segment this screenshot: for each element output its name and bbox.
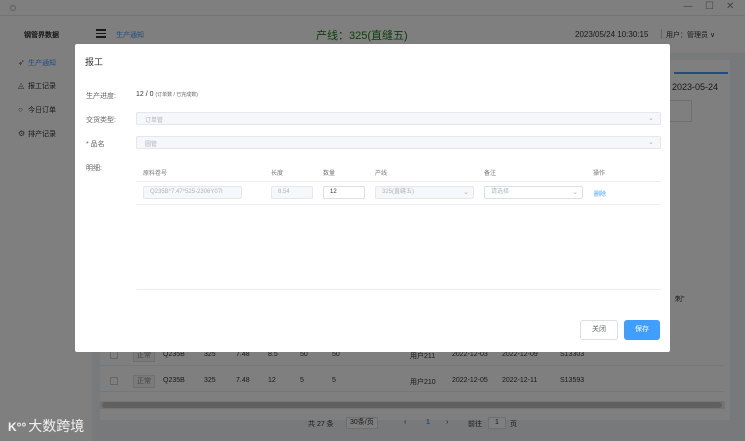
coil-number-input[interactable]: Q235B*7.47*525-2306Y07I xyxy=(143,186,242,199)
column-header: 原料卷号 xyxy=(143,171,168,177)
table-bottom-border xyxy=(136,289,661,290)
production-line-select[interactable]: 325(直缝五) ⌄ xyxy=(375,186,474,199)
table-divider xyxy=(136,181,661,182)
progress-numbers: 12 / 0 xyxy=(136,91,154,98)
column-header: 备注 xyxy=(484,171,497,177)
chevron-down-icon: ⌄ xyxy=(648,139,654,146)
watermark-logo: K°° xyxy=(8,420,27,434)
quantity-input[interactable]: 12 xyxy=(323,186,365,199)
chevron-down-icon: ⌄ xyxy=(648,115,654,122)
chevron-down-icon: ⌄ xyxy=(463,189,469,196)
chevron-down-icon: ⌄ xyxy=(572,189,578,196)
column-header: 操作 xyxy=(593,171,606,177)
production-line-value: 325(直缝五) xyxy=(382,189,415,195)
column-header: 产线 xyxy=(375,171,388,177)
remark-placeholder: 请选择 xyxy=(491,189,510,195)
watermark: K°° 大数跨境 xyxy=(8,416,84,436)
product-name-value: 圆管 xyxy=(145,142,158,148)
progress-label: 生产进度: xyxy=(86,93,116,100)
delete-row-link[interactable]: 删除 xyxy=(594,189,606,198)
close-button[interactable]: 关闭 xyxy=(580,320,618,340)
column-header: 数量 xyxy=(323,171,336,177)
detail-label: 明细: xyxy=(86,165,102,172)
delivery-type-label: 交货类型: xyxy=(86,117,116,124)
save-button[interactable]: 保存 xyxy=(624,320,660,340)
remark-select[interactable]: 请选择 ⌄ xyxy=(484,186,583,199)
product-name-label: * 品名 xyxy=(86,141,105,148)
dialog-title: 报工 xyxy=(85,57,104,67)
delivery-type-value: 订单管 xyxy=(145,118,164,124)
delivery-type-select[interactable]: 订单管 ⌄ xyxy=(136,112,661,125)
table-divider xyxy=(136,204,661,205)
watermark-text: 大数跨境 xyxy=(28,418,85,434)
report-dialog: 报工 生产进度: 12 / 0 (订单数 / 已完成数) 交货类型: 订单管 ⌄… xyxy=(75,44,670,352)
progress-value: 12 / 0 (订单数 / 已完成数) xyxy=(136,91,198,98)
product-name-select[interactable]: 圆管 ⌄ xyxy=(136,136,661,149)
progress-note: (订单数 / 已完成数) xyxy=(155,92,198,98)
column-header: 长度 xyxy=(271,171,284,177)
length-input[interactable]: 8.54 xyxy=(271,186,313,199)
